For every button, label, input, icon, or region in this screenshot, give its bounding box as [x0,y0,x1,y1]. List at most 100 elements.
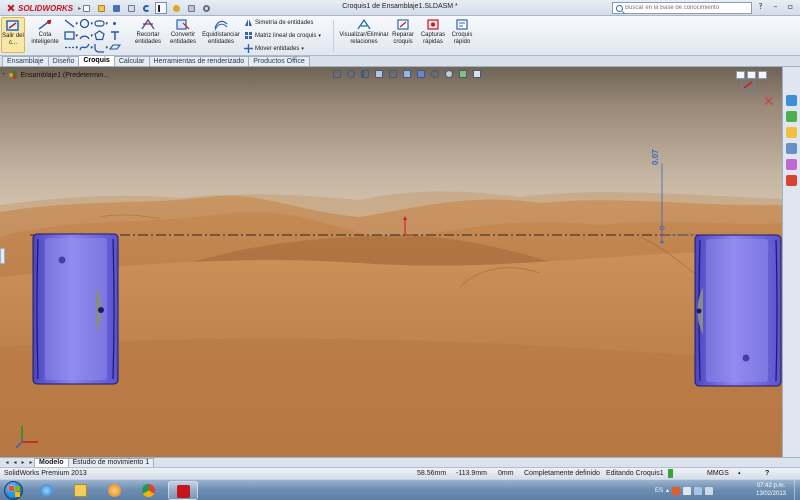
appearances-icon[interactable] [786,159,797,170]
display-style-icon[interactable] [416,69,427,80]
custom-properties-icon[interactable] [786,175,797,186]
zoom-to-fit-icon[interactable] [332,69,343,80]
save-button[interactable] [110,2,122,14]
line-tool[interactable]: ▾ [64,18,78,29]
units-dropdown-icon[interactable]: ▴ [738,468,741,479]
view-settings-icon[interactable] [472,69,483,80]
taskbar-clock[interactable]: 07:42 p.m. 13/02/2013 [748,482,794,498]
tab-calcular[interactable]: Calcular [113,56,150,66]
help-button[interactable]: ? [765,468,769,479]
slot-tool[interactable]: ▾ [94,18,108,29]
solidworks-menu[interactable]: SOLIDWORKS ▸ [2,2,85,14]
open-document-button[interactable] [95,2,107,14]
rectangle-tool[interactable]: ▾ [64,30,78,41]
previous-view-icon[interactable] [360,69,371,80]
smart-dimension-button[interactable]: Cota inteligente [29,18,61,46]
graphics-area[interactable]: 0.07 + Ensamblaje1 (Predetermin... ✕ [0,67,782,457]
left-part[interactable] [32,233,119,385]
convert-entities-button[interactable]: Convertir entidades [166,18,200,46]
plane-tool[interactable] [108,42,122,53]
taskbar-media-player[interactable] [100,481,130,500]
expand-icon[interactable]: + [2,72,6,78]
right-part[interactable] [694,234,782,387]
print-button[interactable] [125,2,137,14]
volume-icon[interactable] [705,486,714,495]
confirmation-corner-exit-icon[interactable] [741,78,755,92]
reference-triad-icon [15,426,38,449]
tab-model[interactable]: Modelo [34,458,69,467]
cancel-sketch-icon[interactable]: ✕ [763,94,775,110]
fillet-tool[interactable]: ▾ [94,42,108,53]
section-view-icon[interactable] [374,69,385,80]
trim-icon [140,18,156,31]
solidworks-resources-icon[interactable] [786,95,797,106]
new-document-button[interactable] [80,2,92,14]
select-button[interactable] [155,2,167,14]
knowledge-base-search[interactable] [612,2,752,14]
edit-appearance-icon[interactable] [444,69,455,80]
maximize-button[interactable]: ▫ [785,2,796,13]
battery-icon[interactable] [694,486,703,495]
mirror-entities-button[interactable]: Simetría de entidades [244,18,313,27]
search-input[interactable] [625,5,735,11]
viewport-close-button[interactable] [758,71,767,79]
point-tool[interactable] [109,18,121,29]
file-properties-button[interactable] [185,2,197,14]
units-selector[interactable]: MMGS [707,468,729,479]
tab-croquis[interactable]: Croquis [78,55,115,66]
hide-show-items-icon[interactable] [430,69,441,80]
help-icon[interactable]: ? [755,2,766,13]
view-orientation-icon[interactable] [402,69,413,80]
network-icon[interactable] [683,486,692,495]
rebuild-button[interactable] [170,2,182,14]
language-indicator[interactable]: ES [655,488,663,494]
taskbar-solidworks[interactable] [168,481,198,500]
feature-manager-toggle[interactable] [0,248,5,264]
options-button[interactable] [200,2,212,14]
apply-scene-icon[interactable] [458,69,469,80]
feature-tree-root[interactable]: Ensamblaje1 (Predetermin... [21,72,110,79]
trim-entities-button[interactable]: Recortar entidades [132,18,164,46]
tab-office-products[interactable]: Productos Office [248,56,310,66]
show-desktop-button[interactable] [794,480,800,500]
feature-tree-flyout[interactable]: + Ensamblaje1 (Predetermin... [2,71,109,79]
taskbar-chrome[interactable] [134,481,164,500]
zoom-to-area-icon[interactable] [346,69,357,80]
file-explorer-icon[interactable] [786,127,797,138]
next-tab-arrow-icon[interactable]: ▸ [19,459,27,467]
minimize-button[interactable]: – [770,2,781,13]
taskbar-file-explorer[interactable] [66,481,96,500]
search-results-icon[interactable] [786,143,797,154]
repair-sketch-button[interactable]: Reparar croquis [390,18,416,46]
design-library-icon[interactable] [786,111,797,122]
tab-diseno[interactable]: Diseño [47,56,80,66]
tray-expand-icon[interactable]: ▴ [666,487,669,494]
offset-entities-button[interactable]: Equidistanciar entidades [200,18,242,46]
prev-tab-arrow-icon[interactable]: ◂ [11,459,19,467]
circle-tool[interactable]: ▾ [79,18,93,29]
tab-motion-study[interactable]: Estudio de movimiento 1 [67,458,155,467]
tab-render-tools[interactable]: Herramientas de renderizado [148,56,250,66]
taskbar-internet-explorer[interactable] [32,481,62,500]
dimension-value[interactable]: 0.07 [651,141,660,165]
start-button[interactable] [4,481,23,500]
status-bar: SolidWorks Premium 2013 58.56mm -113.9mm… [0,467,800,479]
text-tool[interactable] [109,30,121,41]
rapid-sketch-button[interactable]: Croquis rápido [448,18,476,46]
exit-sketch-button[interactable]: Salir del c... [1,17,25,53]
tray-app-icon[interactable] [672,486,681,495]
solidworks-logo-icon [6,3,16,13]
undo-button[interactable] [140,2,152,14]
tab-ensamblaje[interactable]: Ensamblaje [2,56,49,66]
arc-tool[interactable]: ▾ [79,30,93,41]
first-tab-arrow-icon[interactable]: ◂ [3,459,11,467]
dynamic-annotation-icon[interactable] [388,69,399,80]
spline-tool[interactable]: ▾ [79,42,93,53]
model-tabs: ◂ ◂ ▸ ▸ Modelo Estudio de movimiento 1 [0,457,800,467]
construction-geometry-tool[interactable]: ▾ [64,42,78,53]
polygon-tool[interactable] [94,30,106,41]
linear-pattern-button[interactable]: Matriz lineal de croquis ▾ [244,31,321,40]
quick-snaps-button[interactable]: Capturas rápidas [418,18,448,46]
move-entities-button[interactable]: Mover entidades ▾ [244,44,304,53]
display-relations-button[interactable]: Visualizar/Eliminar relaciones [338,18,390,46]
